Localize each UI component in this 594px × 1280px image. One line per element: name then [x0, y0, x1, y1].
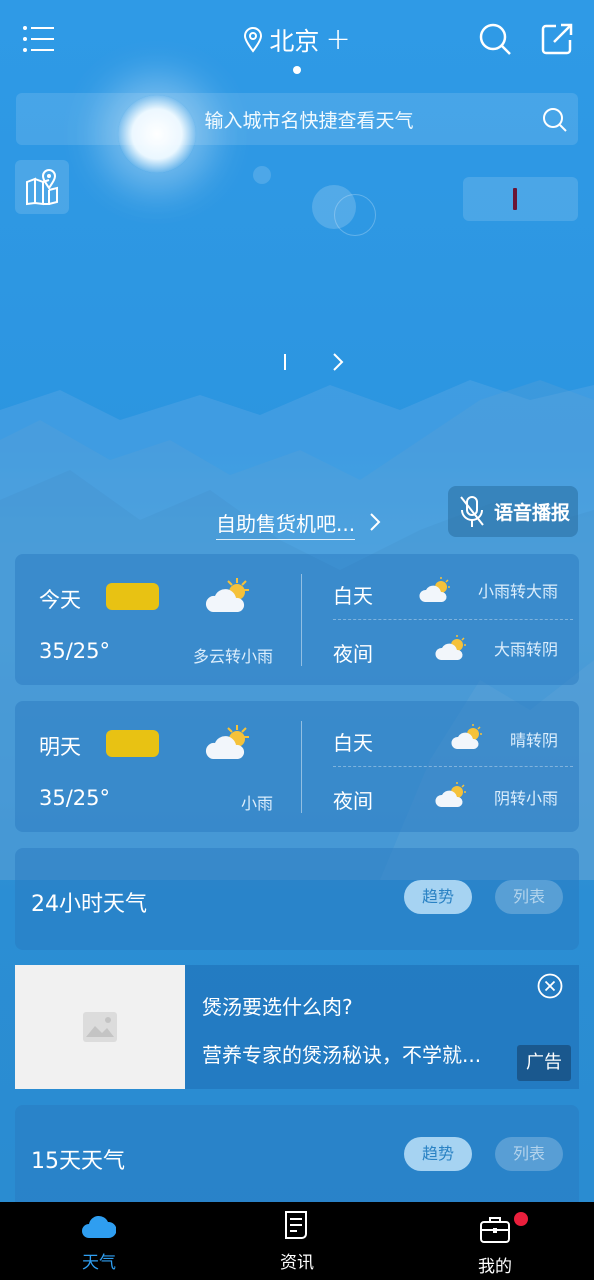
aqi-indicator-bar	[513, 188, 517, 210]
list-toggle-button[interactable]: 列表	[495, 880, 563, 914]
nav-tab-weather[interactable]: 天气	[39, 1202, 159, 1280]
ad-description: 营养专家的煲汤秘诀，不学就...	[202, 1043, 482, 1067]
current-temperature-row	[0, 348, 594, 378]
ad-banner[interactable]: 煲汤要选什么肉? 营养专家的煲汤秘诀，不学就... 广告	[15, 965, 579, 1089]
voice-broadcast-button[interactable]: 语音播报	[448, 486, 578, 537]
news-icon	[285, 1211, 307, 1239]
partly-cloudy-icon	[205, 578, 249, 612]
search-icon[interactable]	[478, 22, 512, 56]
partly-cloudy-icon	[205, 725, 249, 759]
daytime-weather: 小雨转大雨	[477, 582, 558, 601]
lens-flare	[334, 194, 376, 236]
city-selector[interactable]: 北京 +	[243, 22, 351, 58]
tomorrow-forecast-card[interactable]: 明天 35/25° 小雨 白天 晴转阴 夜间 阴转小雨	[15, 701, 579, 832]
divider	[301, 721, 302, 813]
lens-flare	[253, 166, 271, 184]
close-icon[interactable]	[537, 973, 563, 999]
ad-title: 煲汤要选什么肉?	[202, 995, 353, 1019]
hourly-weather-section: 24小时天气 趋势 列表	[15, 848, 579, 950]
city-name: 北京	[269, 27, 320, 56]
voice-broadcast-label: 语音播报	[494, 502, 571, 524]
list-toggle-button[interactable]: 列表	[495, 1137, 563, 1171]
tip-link[interactable]: 自助售货机吧...	[216, 508, 356, 540]
city-search-bar[interactable]: 输入城市名快捷查看天气	[16, 93, 578, 145]
briefcase-icon	[480, 1217, 510, 1243]
divider	[301, 574, 302, 666]
temperature-range: 35/25°	[39, 639, 111, 663]
ad-tag: 广告	[517, 1045, 571, 1081]
image-placeholder-icon	[83, 1012, 117, 1042]
section-title: 24小时天气	[31, 892, 147, 917]
temperature-cursor	[284, 354, 286, 370]
map-button[interactable]	[15, 160, 69, 214]
share-icon[interactable]	[540, 22, 574, 56]
location-pin-icon	[244, 27, 263, 53]
cloud-icon	[82, 1215, 116, 1238]
notification-badge	[514, 1212, 528, 1226]
nav-label: 资讯	[280, 1253, 314, 1273]
bottom-navigation: 天气 资讯 我的	[0, 1202, 594, 1280]
fifteen-day-weather-section: 15天天气 趋势 列表	[15, 1105, 579, 1215]
top-bar: 北京 +	[0, 0, 594, 80]
divider	[333, 619, 573, 620]
day-label: 明天	[39, 735, 81, 759]
night-weather: 阴转小雨	[493, 789, 558, 808]
day-label: 今天	[39, 588, 81, 612]
trend-toggle-button[interactable]: 趋势	[404, 1137, 472, 1171]
air-quality-widget[interactable]	[463, 177, 578, 221]
search-icon	[543, 108, 567, 132]
microphone-muted-icon	[460, 495, 484, 527]
chevron-right-icon[interactable]	[330, 352, 346, 372]
temperature-range: 35/25°	[39, 786, 111, 810]
nav-label: 天气	[82, 1253, 116, 1273]
weather-summary: 小雨	[240, 794, 273, 813]
map-location-icon	[26, 169, 58, 206]
divider	[333, 766, 573, 767]
nav-label: 我的	[478, 1257, 512, 1277]
chevron-right-icon[interactable]	[368, 512, 382, 532]
trend-toggle-button[interactable]: 趋势	[404, 880, 472, 914]
aqi-badge	[106, 730, 159, 757]
daytime-label: 白天	[333, 584, 373, 608]
daytime-label: 白天	[333, 731, 373, 755]
aqi-badge	[106, 583, 159, 610]
nav-tab-news[interactable]: 资讯	[237, 1202, 357, 1280]
nav-tab-mine[interactable]: 我的	[435, 1202, 555, 1280]
add-city-button[interactable]: +	[325, 25, 350, 55]
partly-cloudy-icon	[419, 577, 450, 602]
section-title: 15天天气	[31, 1149, 125, 1174]
night-label: 夜间	[333, 789, 373, 813]
night-label: 夜间	[333, 642, 373, 666]
daytime-weather: 晴转阴	[509, 731, 558, 750]
page-indicator-dot	[293, 66, 301, 74]
weather-summary: 多云转小雨	[192, 647, 273, 666]
ad-image-placeholder	[15, 965, 185, 1089]
night-weather: 大雨转阴	[493, 640, 558, 659]
today-forecast-card[interactable]: 今天 35/25° 多云转小雨 白天 小雨转大雨 夜间 大雨转阴	[15, 554, 579, 685]
search-placeholder: 输入城市名快捷查看天气	[204, 110, 414, 132]
